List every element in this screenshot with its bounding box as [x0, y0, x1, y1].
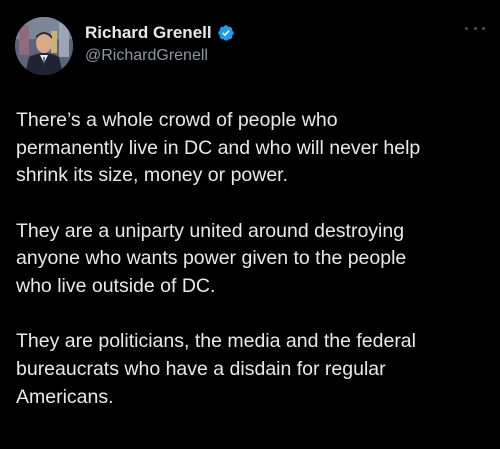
tweet-card: Richard Grenell @RichardGrenell There’s … [0, 0, 500, 449]
author-handle[interactable]: @RichardGrenell [85, 47, 235, 65]
verified-badge-icon [217, 24, 235, 42]
more-options-icon[interactable] [465, 23, 485, 33]
tweet-paragraph: They are a uniparty united around destro… [16, 219, 407, 298]
tweet-paragraph: They are politicians, the media and the … [16, 330, 416, 408]
author-names: Richard Grenell @RichardGrenell [85, 22, 235, 65]
tweet-paragraph: There’s a whole crowd of people who perm… [16, 109, 421, 187]
display-name[interactable]: Richard Grenell [85, 23, 212, 43]
display-name-row: Richard Grenell [85, 22, 235, 44]
avatar-photo [15, 17, 73, 75]
tweet-header: Richard Grenell @RichardGrenell [15, 17, 485, 75]
avatar[interactable] [15, 17, 73, 75]
tweet-text: There’s a whole crowd of people who perm… [16, 107, 486, 411]
